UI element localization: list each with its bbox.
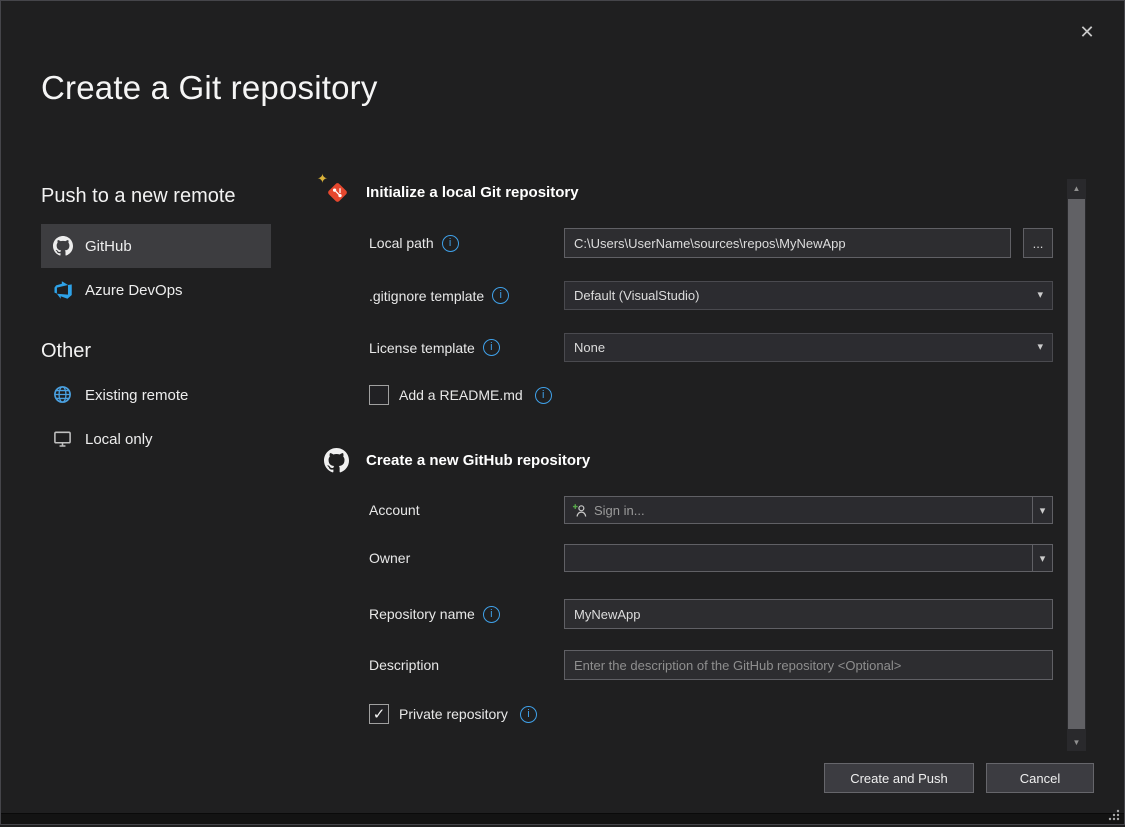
- main-form: ✦ Initialize a local Git repository Loca…: [324, 179, 1056, 724]
- sidebar-item-label: Local only: [85, 431, 153, 448]
- sidebar-item-github[interactable]: GitHub: [41, 224, 271, 268]
- license-dropdown[interactable]: None ▾: [564, 333, 1053, 362]
- sidebar-item-label: Azure DevOps: [85, 282, 183, 299]
- dropdown-arrow-icon[interactable]: ▾: [1032, 545, 1052, 571]
- globe-icon: [53, 385, 73, 405]
- readme-row: Add a README.md i: [369, 385, 1056, 405]
- info-icon[interactable]: i: [520, 706, 537, 723]
- private-checkbox[interactable]: ✓: [369, 704, 389, 724]
- account-prompt: Sign in...: [594, 503, 645, 518]
- info-icon[interactable]: i: [442, 235, 459, 252]
- sidebar-item-local-only[interactable]: Local only: [41, 417, 271, 461]
- dropdown-arrow-icon[interactable]: ▾: [1032, 497, 1052, 523]
- license-label: License template: [369, 340, 475, 356]
- gitignore-row: .gitignore template i Default (VisualStu…: [369, 281, 1056, 310]
- check-icon: ✓: [373, 707, 386, 722]
- dialog-title: Create a Git repository: [41, 69, 378, 107]
- sidebar-item-label: GitHub: [85, 238, 132, 255]
- owner-combobox[interactable]: ▾: [564, 544, 1053, 572]
- dropdown-arrow-icon: ▾: [1037, 342, 1043, 353]
- repository-name-label: Repository name: [369, 606, 475, 622]
- info-icon[interactable]: i: [483, 339, 500, 356]
- local-path-row: Local path i ...: [369, 228, 1056, 258]
- github-icon: [53, 236, 73, 256]
- info-icon[interactable]: i: [535, 387, 552, 404]
- create-and-push-button[interactable]: Create and Push: [824, 763, 974, 793]
- account-combobox[interactable]: Sign in... ▾: [564, 496, 1053, 524]
- description-label: Description: [369, 657, 439, 673]
- scrollbar-thumb[interactable]: [1068, 199, 1085, 729]
- cancel-button[interactable]: Cancel: [986, 763, 1094, 793]
- push-remote-heading: Push to a new remote: [41, 185, 271, 208]
- sidebar: Push to a new remote GitHub Azure DevOps…: [41, 185, 271, 461]
- close-button[interactable]: ✕: [1072, 17, 1102, 47]
- github-section-header: Create a new GitHub repository: [324, 447, 1056, 474]
- init-section-title: Initialize a local Git repository: [366, 184, 579, 201]
- monitor-icon: [53, 429, 73, 449]
- repository-name-row: Repository name i: [369, 599, 1056, 629]
- gitignore-value: Default (VisualStudio): [574, 288, 700, 303]
- private-repository-row: ✓ Private repository i: [369, 704, 1056, 724]
- readme-checkbox[interactable]: [369, 385, 389, 405]
- private-label: Private repository: [399, 706, 508, 722]
- sidebar-item-existing-remote[interactable]: Existing remote: [41, 373, 271, 417]
- description-row: Description: [369, 650, 1056, 680]
- owner-row: Owner ▾: [369, 544, 1056, 572]
- gitignore-label: .gitignore template: [369, 288, 484, 304]
- readme-label: Add a README.md: [399, 387, 523, 403]
- other-heading: Other: [41, 340, 271, 363]
- init-section-header: ✦ Initialize a local Git repository: [324, 179, 1056, 206]
- scrollbar[interactable]: ▲ ▼: [1067, 179, 1086, 751]
- local-path-label: Local path: [369, 235, 434, 251]
- owner-label: Owner: [369, 550, 410, 566]
- sparkle-icon: ✦: [317, 172, 328, 185]
- window-bottom-edge: [1, 813, 1124, 824]
- account-row: Account Sign in... ▾: [369, 496, 1056, 524]
- scroll-down-button[interactable]: ▼: [1067, 733, 1086, 751]
- azure-devops-icon: [53, 280, 73, 300]
- add-account-icon: [572, 503, 587, 518]
- account-label: Account: [369, 502, 420, 518]
- license-row: License template i None ▾: [369, 333, 1056, 362]
- local-path-input[interactable]: [564, 228, 1011, 258]
- dropdown-arrow-icon: ▾: [1037, 290, 1043, 301]
- sidebar-item-azure-devops[interactable]: Azure DevOps: [41, 268, 271, 312]
- git-init-icon: ✦: [324, 179, 351, 206]
- create-git-repository-dialog: ✕ Create a Git repository Push to a new …: [0, 0, 1125, 825]
- github-section-title: Create a new GitHub repository: [366, 452, 590, 469]
- info-icon[interactable]: i: [492, 287, 509, 304]
- browse-button[interactable]: ...: [1023, 228, 1053, 258]
- close-icon: ✕: [1079, 22, 1094, 43]
- sidebar-item-label: Existing remote: [85, 387, 188, 404]
- info-icon[interactable]: i: [483, 606, 500, 623]
- resize-grip[interactable]: [1105, 806, 1121, 822]
- github-mark-icon: [324, 447, 351, 474]
- description-input[interactable]: [564, 650, 1053, 680]
- license-value: None: [574, 340, 605, 355]
- repository-name-input[interactable]: [564, 599, 1053, 629]
- scroll-up-button[interactable]: ▲: [1067, 179, 1086, 197]
- gitignore-dropdown[interactable]: Default (VisualStudio) ▾: [564, 281, 1053, 310]
